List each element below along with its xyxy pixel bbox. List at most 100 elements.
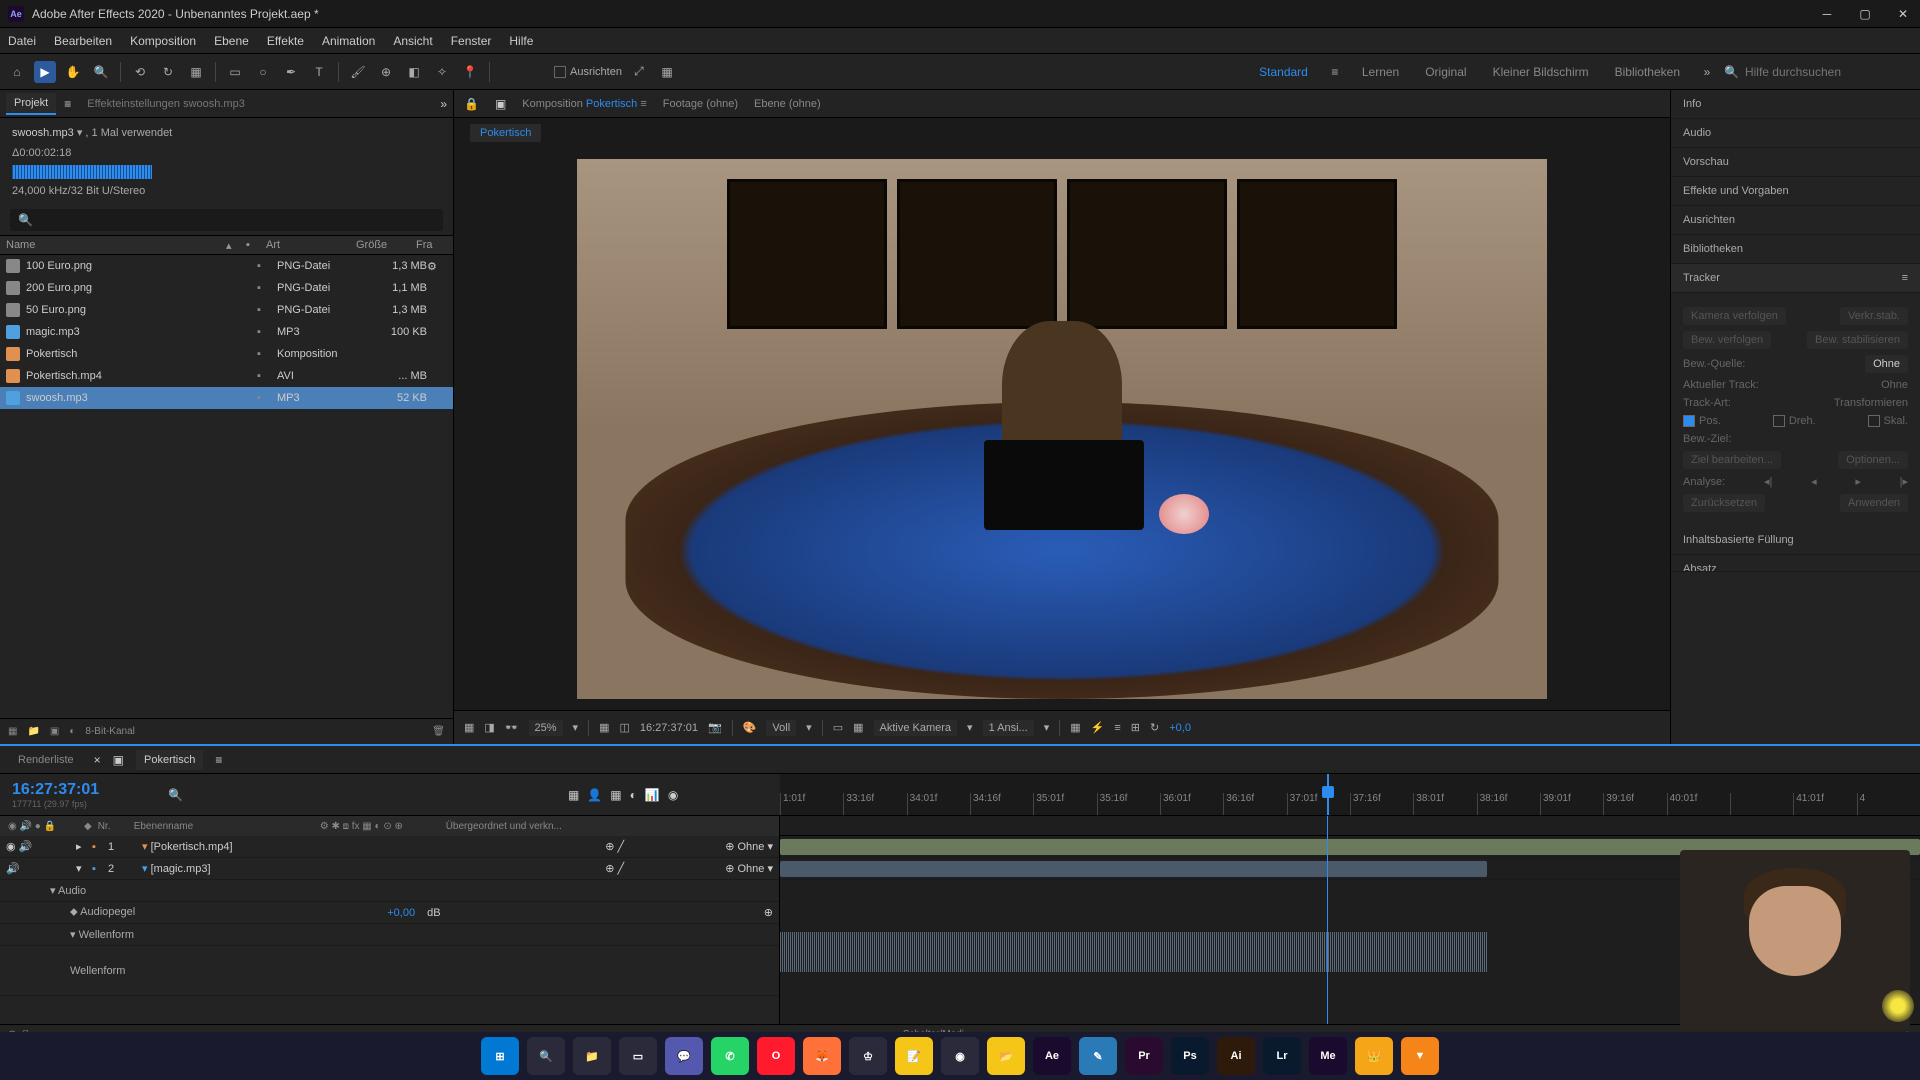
col-groesse[interactable]: Größe [350, 239, 410, 251]
bit-depth[interactable]: 8-Bit-Kanal [85, 726, 134, 737]
reset-exposure-icon[interactable]: ↻ [1150, 721, 1159, 734]
menu-hilfe[interactable]: Hilfe [509, 34, 533, 48]
project-item[interactable]: Pokertisch▪Komposition [0, 343, 453, 365]
stamp-tool-icon[interactable]: ⊕ [375, 61, 397, 83]
workspace-lernen[interactable]: Lernen [1352, 65, 1409, 79]
project-item[interactable]: Pokertisch.mp4▪AVI... MB [0, 365, 453, 387]
folder-icon[interactable]: 📁 [27, 726, 39, 737]
tab-pokertisch[interactable]: Pokertisch [136, 750, 203, 770]
project-item[interactable]: 50 Euro.png▪PNG-Datei1,3 MB [0, 299, 453, 321]
col-art[interactable]: Art [260, 239, 350, 251]
transparency-icon[interactable]: ◫ [619, 721, 629, 734]
pen-tool-icon[interactable]: ✒ [280, 61, 302, 83]
menu-animation[interactable]: Animation [322, 34, 375, 48]
layer-row-2[interactable]: 🔊 ▾ ▪ 2 ▾ [magic.mp3] ⊕ ╱ ⊕ Ohne ▾ [0, 858, 779, 880]
label-icon[interactable]: ▪ [257, 392, 277, 404]
camera-tool-icon[interactable]: ▦ [185, 61, 207, 83]
playhead[interactable] [1327, 774, 1329, 815]
taskbar-lr[interactable]: Lr [1263, 1037, 1301, 1075]
taskbar-whatsapp[interactable]: ✆ [711, 1037, 749, 1075]
timeline-search[interactable]: 🔍 [160, 774, 560, 815]
menu-effekte[interactable]: Effekte [267, 34, 304, 48]
label-icon[interactable]: ▪ [257, 348, 277, 360]
col-fra[interactable]: Fra [410, 239, 439, 251]
timeline-ruler[interactable]: 1:01f33:16f34:01f34:16f35:01f35:16f36:01… [780, 774, 1920, 815]
workspace-menu-icon[interactable]: ≡ [1324, 61, 1346, 83]
graph-icon[interactable]: 📊 [645, 788, 660, 802]
tab-renderliste[interactable]: Renderliste [10, 750, 82, 770]
workspace-standard[interactable]: Standard [1249, 65, 1318, 79]
panel-menu-icon[interactable]: ≡ [1902, 272, 1908, 284]
panel-bibliotheken[interactable]: Bibliotheken [1671, 235, 1920, 264]
camera-dropdown[interactable]: Aktive Kamera [874, 720, 958, 736]
puppet-tool-icon[interactable]: 📍 [459, 61, 481, 83]
roto-tool-icon[interactable]: ✧ [431, 61, 453, 83]
label-icon[interactable]: ▪ [257, 282, 277, 294]
ellipse-tool-icon[interactable]: ○ [252, 61, 274, 83]
resolution-dropdown[interactable]: Voll [766, 720, 796, 736]
viewer-timecode[interactable]: 16:27:37:01 [640, 722, 698, 734]
trash-icon[interactable]: 🗑 [432, 726, 445, 737]
taskbar-editor[interactable]: ✎ [1079, 1037, 1117, 1075]
frame-blend-icon[interactable]: ▦ [610, 788, 621, 802]
tab-effekteinstellungen[interactable]: Effekteinstellungen swoosh.mp3 [79, 94, 253, 114]
taskbar-pr[interactable]: Pr [1125, 1037, 1163, 1075]
chevron-down-icon[interactable]: ▾ [1044, 721, 1050, 734]
taskbar-chess[interactable]: ♔ [849, 1037, 887, 1075]
color-mgmt-icon[interactable]: 🎨 [743, 721, 757, 734]
taskbar-ae[interactable]: Ae [1033, 1037, 1071, 1075]
playhead-line[interactable] [1327, 816, 1328, 1024]
workspace-bibliotheken[interactable]: Bibliotheken [1605, 65, 1690, 79]
close-button[interactable]: ✕ [1894, 5, 1912, 23]
taskbar-teams[interactable]: 💬 [665, 1037, 703, 1075]
snap-toggle[interactable]: Ausrichten [554, 66, 622, 78]
taskbar-app2[interactable]: ▼ [1401, 1037, 1439, 1075]
layer-audio[interactable]: ▾ Audio [0, 880, 779, 902]
taskbar-taskview[interactable]: ▭ [619, 1037, 657, 1075]
label-icon[interactable]: ▪ [257, 304, 277, 316]
tab-menu-icon[interactable]: ≡ [215, 753, 222, 767]
project-item[interactable]: swoosh.mp3▪MP352 KB [0, 387, 453, 409]
exposure-value[interactable]: +0,0 [1169, 722, 1191, 734]
quelle-dropdown[interactable]: Ohne [1865, 355, 1908, 373]
tab-footage[interactable]: Footage (ohne) [663, 98, 738, 110]
rect-tool-icon[interactable]: ▭ [224, 61, 246, 83]
views-dropdown[interactable]: 1 Ansi... [983, 720, 1034, 736]
layer-wellenform[interactable]: ▾ Wellenform [0, 924, 779, 946]
breadcrumb[interactable]: Pokertisch [470, 124, 541, 142]
chevron-down-icon[interactable]: ▾ [967, 721, 973, 734]
taskbar-app1[interactable]: 👑 [1355, 1037, 1393, 1075]
selection-tool-icon[interactable]: ▶ [34, 61, 56, 83]
orbit-tool-icon[interactable]: ⟲ [129, 61, 151, 83]
chevron-down-icon[interactable]: ▾ [806, 721, 812, 734]
interpret-icon[interactable]: ▦ [8, 726, 17, 737]
text-tool-icon[interactable]: T [308, 61, 330, 83]
draft-icon[interactable]: ▦ [599, 721, 609, 734]
dropdown-icon[interactable]: ▾ [77, 127, 83, 139]
maximize-button[interactable]: ▢ [1856, 5, 1874, 23]
menu-bearbeiten[interactable]: Bearbeiten [54, 34, 112, 48]
taskbar-search[interactable]: 🔍 [527, 1037, 565, 1075]
workspace-overflow-icon[interactable]: » [1696, 61, 1718, 83]
close-tab-icon[interactable]: × [94, 753, 101, 767]
flowchart-icon[interactable]: ⊞ [1131, 721, 1140, 734]
label-icon[interactable]: ▪ [257, 260, 277, 272]
viewer[interactable] [454, 148, 1670, 710]
help-search[interactable]: 🔍 [1724, 65, 1914, 79]
menu-ebene[interactable]: Ebene [214, 34, 249, 48]
lock-icon[interactable]: 🔒 [464, 97, 479, 111]
roi-icon[interactable]: ▭ [833, 721, 843, 734]
res-icon[interactable]: ◨ [484, 721, 494, 734]
chevron-down-icon[interactable]: ▾ [573, 721, 579, 734]
workspace-original[interactable]: Original [1415, 65, 1476, 79]
taskbar-obs[interactable]: ◉ [941, 1037, 979, 1075]
taskbar-start[interactable]: ⊞ [481, 1037, 519, 1075]
motion-blur-icon[interactable]: ◐ [630, 788, 637, 802]
snap-grid-icon[interactable]: ▦ [656, 61, 678, 83]
grid-icon[interactable]: ▦ [853, 721, 863, 734]
alpha-icon[interactable]: ▦ [464, 721, 474, 734]
brush-tool-icon[interactable]: 🖌 [347, 61, 369, 83]
minimize-button[interactable]: ─ [1818, 5, 1836, 23]
eraser-tool-icon[interactable]: ◧ [403, 61, 425, 83]
project-item[interactable]: 100 Euro.png▪PNG-Datei1,3 MB⚙ [0, 255, 453, 277]
